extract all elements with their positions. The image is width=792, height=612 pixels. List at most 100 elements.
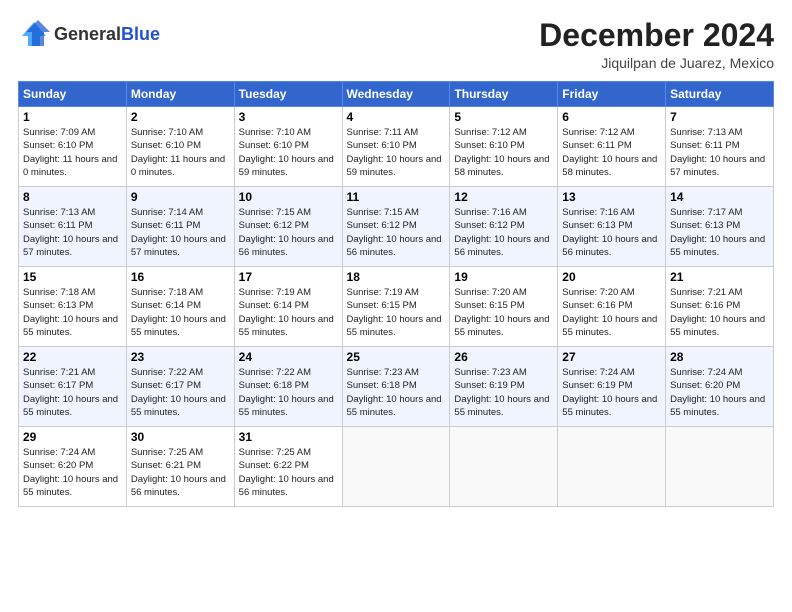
day-info: Sunrise: 7:24 AM Sunset: 6:20 PM Dayligh… bbox=[23, 446, 122, 499]
table-row: 10 Sunrise: 7:15 AM Sunset: 6:12 PM Dayl… bbox=[234, 187, 342, 267]
calendar-row: 1 Sunrise: 7:09 AM Sunset: 6:10 PM Dayli… bbox=[19, 107, 774, 187]
day-info: Sunrise: 7:21 AM Sunset: 6:17 PM Dayligh… bbox=[23, 366, 122, 419]
day-number: 29 bbox=[23, 430, 122, 444]
table-row bbox=[342, 427, 450, 507]
day-number: 19 bbox=[454, 270, 553, 284]
day-number: 23 bbox=[131, 350, 230, 364]
day-number: 25 bbox=[347, 350, 446, 364]
day-info: Sunrise: 7:24 AM Sunset: 6:20 PM Dayligh… bbox=[670, 366, 769, 419]
day-info: Sunrise: 7:12 AM Sunset: 6:10 PM Dayligh… bbox=[454, 126, 553, 179]
day-number: 11 bbox=[347, 190, 446, 204]
table-row: 3 Sunrise: 7:10 AM Sunset: 6:10 PM Dayli… bbox=[234, 107, 342, 187]
subtitle: Jiquilpan de Juarez, Mexico bbox=[539, 55, 774, 71]
table-row: 28 Sunrise: 7:24 AM Sunset: 6:20 PM Dayl… bbox=[666, 347, 774, 427]
table-row: 8 Sunrise: 7:13 AM Sunset: 6:11 PM Dayli… bbox=[19, 187, 127, 267]
day-number: 30 bbox=[131, 430, 230, 444]
day-number: 26 bbox=[454, 350, 553, 364]
day-number: 4 bbox=[347, 110, 446, 124]
table-row: 7 Sunrise: 7:13 AM Sunset: 6:11 PM Dayli… bbox=[666, 107, 774, 187]
col-saturday: Saturday bbox=[666, 82, 774, 107]
day-info: Sunrise: 7:15 AM Sunset: 6:12 PM Dayligh… bbox=[347, 206, 446, 259]
day-number: 6 bbox=[562, 110, 661, 124]
day-info: Sunrise: 7:16 AM Sunset: 6:12 PM Dayligh… bbox=[454, 206, 553, 259]
table-row: 11 Sunrise: 7:15 AM Sunset: 6:12 PM Dayl… bbox=[342, 187, 450, 267]
table-row: 5 Sunrise: 7:12 AM Sunset: 6:10 PM Dayli… bbox=[450, 107, 558, 187]
day-number: 17 bbox=[239, 270, 338, 284]
day-number: 2 bbox=[131, 110, 230, 124]
table-row: 26 Sunrise: 7:23 AM Sunset: 6:19 PM Dayl… bbox=[450, 347, 558, 427]
month-title: December 2024 bbox=[539, 18, 774, 53]
table-row: 14 Sunrise: 7:17 AM Sunset: 6:13 PM Dayl… bbox=[666, 187, 774, 267]
day-info: Sunrise: 7:15 AM Sunset: 6:12 PM Dayligh… bbox=[239, 206, 338, 259]
calendar-row: 29 Sunrise: 7:24 AM Sunset: 6:20 PM Dayl… bbox=[19, 427, 774, 507]
table-row bbox=[558, 427, 666, 507]
calendar-table: Sunday Monday Tuesday Wednesday Thursday… bbox=[18, 81, 774, 507]
day-info: Sunrise: 7:09 AM Sunset: 6:10 PM Dayligh… bbox=[23, 126, 122, 179]
day-number: 28 bbox=[670, 350, 769, 364]
day-number: 7 bbox=[670, 110, 769, 124]
day-number: 27 bbox=[562, 350, 661, 364]
calendar-row: 22 Sunrise: 7:21 AM Sunset: 6:17 PM Dayl… bbox=[19, 347, 774, 427]
table-row: 20 Sunrise: 7:20 AM Sunset: 6:16 PM Dayl… bbox=[558, 267, 666, 347]
day-info: Sunrise: 7:19 AM Sunset: 6:14 PM Dayligh… bbox=[239, 286, 338, 339]
table-row: 19 Sunrise: 7:20 AM Sunset: 6:15 PM Dayl… bbox=[450, 267, 558, 347]
table-row: 15 Sunrise: 7:18 AM Sunset: 6:13 PM Dayl… bbox=[19, 267, 127, 347]
col-tuesday: Tuesday bbox=[234, 82, 342, 107]
col-monday: Monday bbox=[126, 82, 234, 107]
day-info: Sunrise: 7:18 AM Sunset: 6:14 PM Dayligh… bbox=[131, 286, 230, 339]
table-row: 24 Sunrise: 7:22 AM Sunset: 6:18 PM Dayl… bbox=[234, 347, 342, 427]
table-row: 27 Sunrise: 7:24 AM Sunset: 6:19 PM Dayl… bbox=[558, 347, 666, 427]
day-number: 9 bbox=[131, 190, 230, 204]
day-info: Sunrise: 7:22 AM Sunset: 6:18 PM Dayligh… bbox=[239, 366, 338, 419]
day-info: Sunrise: 7:23 AM Sunset: 6:19 PM Dayligh… bbox=[454, 366, 553, 419]
table-row: 29 Sunrise: 7:24 AM Sunset: 6:20 PM Dayl… bbox=[19, 427, 127, 507]
day-info: Sunrise: 7:13 AM Sunset: 6:11 PM Dayligh… bbox=[670, 126, 769, 179]
day-info: Sunrise: 7:12 AM Sunset: 6:11 PM Dayligh… bbox=[562, 126, 661, 179]
table-row: 13 Sunrise: 7:16 AM Sunset: 6:13 PM Dayl… bbox=[558, 187, 666, 267]
table-row: 31 Sunrise: 7:25 AM Sunset: 6:22 PM Dayl… bbox=[234, 427, 342, 507]
day-number: 5 bbox=[454, 110, 553, 124]
calendar-header-row: Sunday Monday Tuesday Wednesday Thursday… bbox=[19, 82, 774, 107]
table-row: 2 Sunrise: 7:10 AM Sunset: 6:10 PM Dayli… bbox=[126, 107, 234, 187]
day-info: Sunrise: 7:19 AM Sunset: 6:15 PM Dayligh… bbox=[347, 286, 446, 339]
day-number: 24 bbox=[239, 350, 338, 364]
logo-icon bbox=[18, 18, 50, 50]
col-friday: Friday bbox=[558, 82, 666, 107]
day-number: 16 bbox=[131, 270, 230, 284]
day-info: Sunrise: 7:24 AM Sunset: 6:19 PM Dayligh… bbox=[562, 366, 661, 419]
day-number: 20 bbox=[562, 270, 661, 284]
day-info: Sunrise: 7:22 AM Sunset: 6:17 PM Dayligh… bbox=[131, 366, 230, 419]
table-row: 16 Sunrise: 7:18 AM Sunset: 6:14 PM Dayl… bbox=[126, 267, 234, 347]
day-number: 22 bbox=[23, 350, 122, 364]
day-info: Sunrise: 7:13 AM Sunset: 6:11 PM Dayligh… bbox=[23, 206, 122, 259]
day-info: Sunrise: 7:17 AM Sunset: 6:13 PM Dayligh… bbox=[670, 206, 769, 259]
table-row: 1 Sunrise: 7:09 AM Sunset: 6:10 PM Dayli… bbox=[19, 107, 127, 187]
table-row: 9 Sunrise: 7:14 AM Sunset: 6:11 PM Dayli… bbox=[126, 187, 234, 267]
logo-text: GeneralBlue bbox=[54, 24, 160, 44]
col-wednesday: Wednesday bbox=[342, 82, 450, 107]
table-row bbox=[450, 427, 558, 507]
table-row: 17 Sunrise: 7:19 AM Sunset: 6:14 PM Dayl… bbox=[234, 267, 342, 347]
day-info: Sunrise: 7:18 AM Sunset: 6:13 PM Dayligh… bbox=[23, 286, 122, 339]
day-number: 12 bbox=[454, 190, 553, 204]
table-row: 21 Sunrise: 7:21 AM Sunset: 6:16 PM Dayl… bbox=[666, 267, 774, 347]
day-number: 1 bbox=[23, 110, 122, 124]
page: GeneralBlue December 2024 Jiquilpan de J… bbox=[0, 0, 792, 612]
day-number: 15 bbox=[23, 270, 122, 284]
day-info: Sunrise: 7:20 AM Sunset: 6:15 PM Dayligh… bbox=[454, 286, 553, 339]
calendar-row: 8 Sunrise: 7:13 AM Sunset: 6:11 PM Dayli… bbox=[19, 187, 774, 267]
day-number: 18 bbox=[347, 270, 446, 284]
day-info: Sunrise: 7:21 AM Sunset: 6:16 PM Dayligh… bbox=[670, 286, 769, 339]
day-info: Sunrise: 7:25 AM Sunset: 6:21 PM Dayligh… bbox=[131, 446, 230, 499]
logo: GeneralBlue bbox=[18, 18, 160, 50]
table-row: 25 Sunrise: 7:23 AM Sunset: 6:18 PM Dayl… bbox=[342, 347, 450, 427]
calendar-body: 1 Sunrise: 7:09 AM Sunset: 6:10 PM Dayli… bbox=[19, 107, 774, 507]
day-info: Sunrise: 7:11 AM Sunset: 6:10 PM Dayligh… bbox=[347, 126, 446, 179]
header: GeneralBlue December 2024 Jiquilpan de J… bbox=[18, 18, 774, 71]
title-block: December 2024 Jiquilpan de Juarez, Mexic… bbox=[539, 18, 774, 71]
day-info: Sunrise: 7:16 AM Sunset: 6:13 PM Dayligh… bbox=[562, 206, 661, 259]
day-number: 3 bbox=[239, 110, 338, 124]
day-number: 21 bbox=[670, 270, 769, 284]
table-row: 23 Sunrise: 7:22 AM Sunset: 6:17 PM Dayl… bbox=[126, 347, 234, 427]
col-sunday: Sunday bbox=[19, 82, 127, 107]
